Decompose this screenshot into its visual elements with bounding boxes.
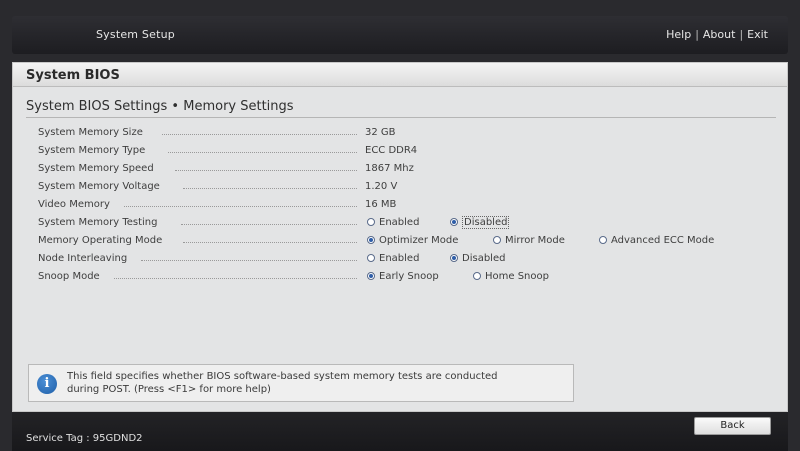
bottom-bar: Service Tag : 95GDND2 Back — [12, 412, 788, 451]
leader-dots — [114, 278, 357, 279]
about-link[interactable]: About — [703, 28, 736, 41]
radio-unselected-icon — [367, 218, 375, 226]
option-label: Early Snoop — [379, 271, 439, 282]
leader-dots — [183, 242, 357, 243]
setting-row-node-interleaving: Node Interleaving Enabled Disabled — [38, 250, 778, 268]
option-enabled[interactable]: Enabled — [367, 217, 419, 228]
setting-value: ECC DDR4 — [365, 145, 418, 156]
panel-header: System BIOS — [13, 63, 787, 87]
option-disabled[interactable]: Disabled — [450, 253, 505, 264]
setting-label: Node Interleaving — [38, 253, 128, 264]
option-early-snoop[interactable]: Early Snoop — [367, 271, 439, 282]
panel-title: System BIOS — [26, 68, 120, 83]
option-advanced-ecc-mode[interactable]: Advanced ECC Mode — [599, 235, 714, 246]
radio-unselected-icon — [367, 254, 375, 262]
leader-dots — [168, 152, 357, 153]
service-tag: Service Tag : 95GDND2 — [26, 433, 143, 444]
app-title: System Setup — [96, 28, 175, 41]
leader-dots — [124, 206, 357, 207]
option-disabled[interactable]: Disabled — [450, 216, 510, 229]
setting-label: System Memory Speed — [38, 163, 154, 174]
setting-row-operating-mode: Memory Operating Mode Optimizer Mode Mir… — [38, 232, 778, 250]
option-optimizer-mode[interactable]: Optimizer Mode — [367, 235, 458, 246]
setting-label: System Memory Type — [38, 145, 146, 156]
setting-label: Video Memory — [38, 199, 110, 210]
option-enabled[interactable]: Enabled — [367, 253, 419, 264]
option-label: Mirror Mode — [505, 235, 565, 246]
help-text-line: This field specifies whether BIOS softwa… — [67, 371, 498, 382]
leader-dots — [162, 134, 357, 135]
radio-selected-icon — [450, 254, 458, 262]
setting-label: System Memory Voltage — [38, 181, 160, 192]
setting-row-snoop-mode: Snoop Mode Early Snoop Home Snoop — [38, 268, 778, 286]
link-separator: | — [695, 28, 699, 41]
setting-row-memory-speed: System Memory Speed 1867 Mhz — [38, 160, 778, 178]
radio-selected-icon — [367, 272, 375, 280]
setting-row-memory-testing: System Memory Testing Enabled Disabled — [38, 214, 778, 232]
header-links: Help | About | Exit — [666, 28, 768, 41]
setting-row-memory-voltage: System Memory Voltage 1.20 V — [38, 178, 778, 196]
option-label: Optimizer Mode — [379, 235, 459, 246]
top-bar: System Setup Help | About | Exit — [12, 16, 788, 54]
leader-dots — [181, 224, 357, 225]
page-subtitle: System BIOS Settings • Memory Settings — [26, 99, 294, 114]
option-label: Disabled — [462, 216, 510, 229]
setting-value: 1.20 V — [365, 181, 398, 192]
help-link[interactable]: Help — [666, 28, 691, 41]
back-button[interactable]: Back — [694, 417, 771, 435]
setting-value: 32 GB — [365, 127, 396, 138]
leader-dots — [175, 170, 357, 171]
settings-panel: System BIOS System BIOS Settings • Memor… — [12, 62, 788, 412]
option-label: Disabled — [462, 253, 506, 264]
setting-value: 16 MB — [365, 199, 397, 210]
option-mirror-mode[interactable]: Mirror Mode — [493, 235, 565, 246]
settings-list: System Memory Size 32 GB System Memory T… — [38, 124, 778, 286]
option-label: Advanced ECC Mode — [611, 235, 715, 246]
help-text: This field specifies whether BIOS softwa… — [67, 370, 567, 396]
setting-row-memory-size: System Memory Size 32 GB — [38, 124, 778, 142]
exit-link[interactable]: Exit — [747, 28, 768, 41]
setting-label: System Memory Size — [38, 127, 143, 138]
radio-selected-icon — [450, 218, 458, 226]
option-label: Enabled — [379, 217, 420, 228]
leader-dots — [183, 188, 357, 189]
radio-unselected-icon — [599, 236, 607, 244]
help-box: i This field specifies whether BIOS soft… — [28, 364, 574, 402]
radio-unselected-icon — [493, 236, 501, 244]
option-home-snoop[interactable]: Home Snoop — [473, 271, 549, 282]
setting-label: Memory Operating Mode — [38, 235, 163, 246]
link-separator: | — [739, 28, 744, 41]
radio-unselected-icon — [473, 272, 481, 280]
setting-value: 1867 Mhz — [365, 163, 414, 174]
help-text-line: during POST. (Press <F1> for more help) — [67, 384, 271, 395]
subtitle-divider — [26, 117, 776, 118]
option-label: Home Snoop — [485, 271, 549, 282]
leader-dots — [141, 260, 357, 261]
radio-selected-icon — [367, 236, 375, 244]
setting-label: Snoop Mode — [38, 271, 100, 282]
setting-label: System Memory Testing — [38, 217, 158, 228]
info-icon: i — [37, 374, 57, 394]
setting-row-memory-type: System Memory Type ECC DDR4 — [38, 142, 778, 160]
setting-row-video-memory: Video Memory 16 MB — [38, 196, 778, 214]
option-label: Enabled — [379, 253, 420, 264]
